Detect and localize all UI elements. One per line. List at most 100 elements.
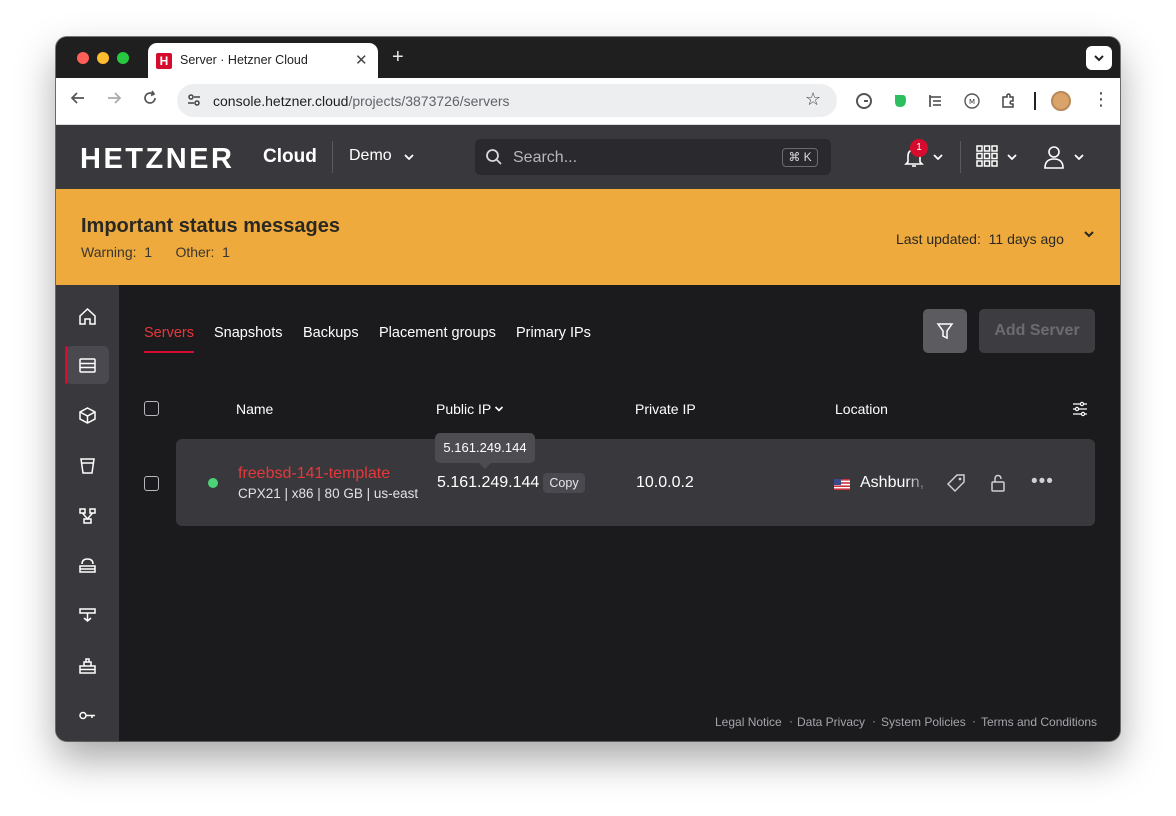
tab-tree-extension-icon[interactable] [927,92,945,110]
sidebar-item-security[interactable] [66,696,109,734]
column-settings-icon[interactable] [1072,401,1088,417]
forward-arrow-icon[interactable] [106,90,122,111]
new-tab-button[interactable]: + [392,46,404,69]
filter-button[interactable] [923,309,967,353]
sort-chevron-down-icon[interactable] [494,405,504,413]
footer-separator: · [789,714,793,728]
sidebar-item-networks[interactable] [66,496,109,534]
search-input[interactable]: Search... ⌘ K [475,139,831,175]
lock-icon[interactable] [988,473,1008,493]
column-header-name[interactable]: Name [236,401,273,417]
tab-placement-groups[interactable]: Placement groups [379,325,496,341]
footer-data-privacy[interactable]: Data Privacy [797,715,865,729]
header-divider [332,141,333,173]
chevron-down-icon[interactable] [403,152,415,162]
product-name: Cloud [263,146,317,167]
status-running-indicator [208,478,218,488]
tab-backups[interactable]: Backups [303,325,359,341]
warning-count: 1 [144,244,153,260]
main-content: Servers Snapshots Backups Placement grou… [119,285,1120,741]
sidebar-item-volumes[interactable] [66,396,109,434]
browser-window: H Server · Hetzner Cloud ✕ + console.het… [56,37,1120,741]
tab-primary-ips[interactable]: Primary IPs [516,325,591,341]
public-ip: 5.161.249.144 [437,474,540,491]
evernote-extension-icon[interactable] [891,92,909,110]
browser-tab[interactable]: H Server · Hetzner Cloud ✕ [148,43,378,78]
add-server-button[interactable]: Add Server [979,309,1095,353]
tab-search-button[interactable] [1086,46,1112,70]
status-banner[interactable]: Important status messages Warning: 1 Oth… [56,189,1120,285]
warning-label: Warning: [81,244,137,260]
row-checkbox[interactable] [144,476,159,491]
cube-icon [79,407,96,424]
sidebar-item-floating-ips[interactable] [66,646,109,684]
active-tab-indicator [144,351,194,353]
filter-funnel-icon [936,323,954,340]
table-row[interactable]: freebsd-141-template CPX21 | x86 | 80 GB… [176,439,1095,526]
site-settings-icon[interactable] [185,91,203,109]
sidebar-item-load-balancers[interactable] [66,546,109,584]
grammarly-extension-icon[interactable] [855,92,873,110]
load-balancer-icon [79,558,96,573]
stack-icon [79,658,96,674]
tab-servers[interactable]: Servers [144,325,194,341]
sidebar-item-servers[interactable] [65,346,109,384]
hetzner-logo[interactable]: HETZNER [80,143,234,176]
label-tag-icon[interactable] [946,473,966,493]
sidebar-item-home[interactable] [66,297,109,335]
search-icon [486,149,502,165]
browser-toolbar: console.hetzner.cloud/projects/3873726/s… [56,78,1120,125]
metamask-extension-icon[interactable]: M [963,92,981,110]
address-bar[interactable]: console.hetzner.cloud/projects/3873726/s… [177,84,837,117]
select-all-checkbox[interactable] [144,401,159,416]
last-updated-value: 11 days ago [988,231,1064,247]
chevron-down-icon[interactable] [1006,152,1018,162]
sidebar-item-firewalls[interactable] [66,596,109,634]
header-divider [960,141,961,173]
user-account-icon[interactable] [1043,145,1065,169]
server-location: Ashburn, VA [860,474,930,492]
column-header-location[interactable]: Location [835,401,888,417]
reload-icon[interactable] [142,90,158,111]
private-ip: 10.0.0.2 [636,474,694,491]
app-header: HETZNER Cloud Demo Search... ⌘ K 1 [56,125,1120,189]
url-path: /projects/3873726/servers [348,93,510,109]
footer-terms[interactable]: Terms and Conditions [981,715,1097,729]
expand-chevron-icon[interactable] [1082,229,1096,239]
extensions-puzzle-icon[interactable] [999,92,1017,110]
back-arrow-icon[interactable] [70,90,86,111]
browser-menu-icon[interactable]: ⋮ [1092,89,1110,110]
bucket-icon [80,458,95,474]
column-header-public-ip[interactable]: Public IP [436,401,491,417]
chevron-down-icon[interactable] [1073,152,1085,162]
server-spec: CPX21 | x86 | 80 GB | us-east [238,486,419,501]
more-options-icon[interactable]: ••• [1031,471,1054,493]
footer-system-policies[interactable]: System Policies [881,715,966,729]
bookmark-star-icon[interactable]: ☆ [805,89,821,110]
search-shortcut: ⌘ K [782,148,818,167]
sidebar-item-buckets[interactable] [66,446,109,484]
tab-snapshots[interactable]: Snapshots [214,325,283,341]
home-icon [79,307,96,325]
last-updated-label: Last updated: [896,231,981,247]
column-header-private-ip[interactable]: Private IP [635,401,696,417]
chevron-down-icon[interactable] [932,152,944,162]
banner-title: Important status messages [81,215,340,237]
apps-grid-icon[interactable] [976,145,998,167]
close-window-button[interactable] [77,52,89,64]
key-icon [79,711,95,720]
copy-ip-button[interactable]: Copy [543,473,585,493]
footer-legal-notice[interactable]: Legal Notice [715,715,782,729]
project-selector[interactable]: Demo [349,147,392,165]
svg-text:M: M [969,98,975,106]
minimize-window-button[interactable] [97,52,109,64]
profile-avatar[interactable] [1051,91,1071,111]
sidebar [56,285,119,741]
other-count: 1 [222,244,230,260]
close-tab-icon[interactable]: ✕ [355,51,368,69]
maximize-window-button[interactable] [117,52,129,64]
tab-strip: H Server · Hetzner Cloud ✕ + [56,37,1120,78]
notification-count-badge: 1 [910,139,928,157]
footer-separator: · [872,714,876,728]
server-name-link[interactable]: freebsd-141-template [238,465,390,483]
